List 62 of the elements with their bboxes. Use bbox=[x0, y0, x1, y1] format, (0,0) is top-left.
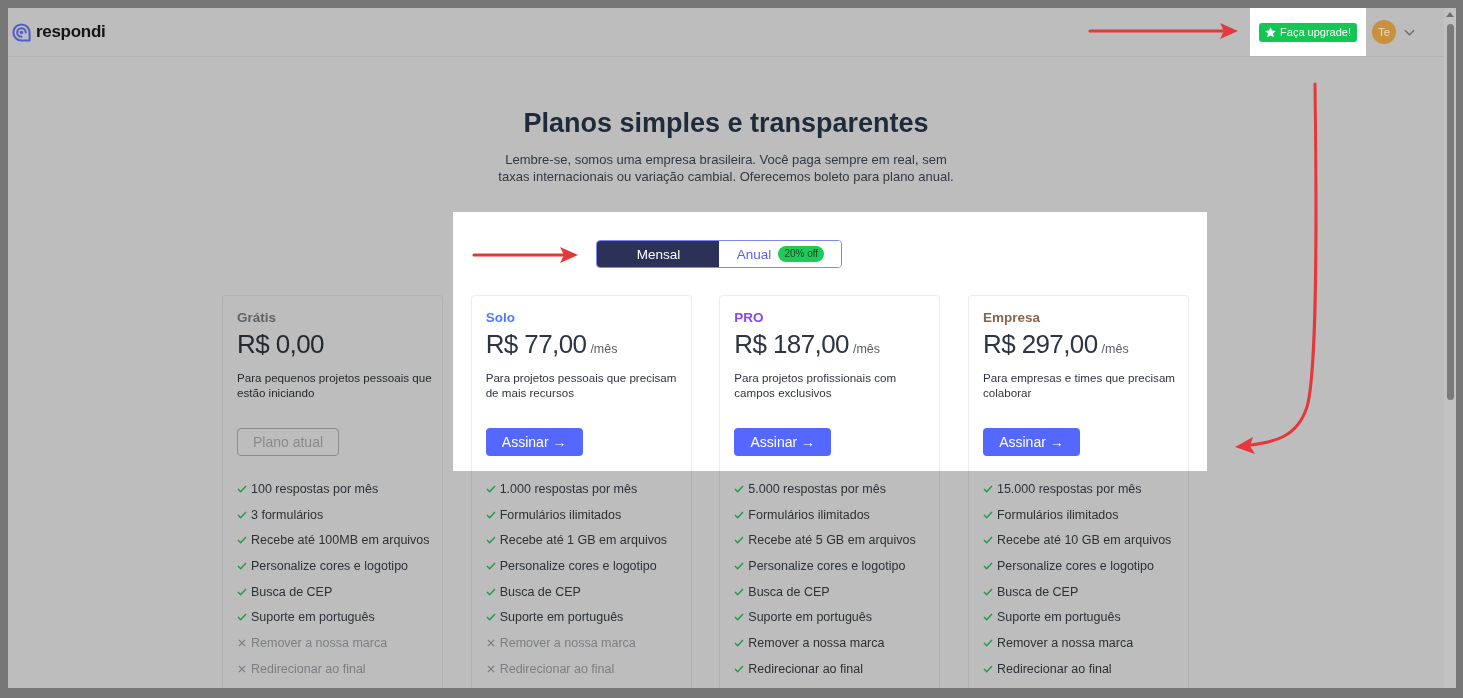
feature-text: Redirecionar ao final bbox=[996, 661, 1112, 676]
discount-badge: 20% off bbox=[778, 246, 825, 262]
feature-text: Suporte em português bbox=[499, 610, 624, 625]
feature-text: Busca de CEP bbox=[251, 584, 333, 599]
feature-text: Personalize cores e logotipo bbox=[251, 558, 409, 573]
star-icon bbox=[1265, 26, 1277, 38]
feature-text: Suporte em português bbox=[996, 610, 1121, 625]
scrollbar-thumb[interactable] bbox=[1446, 24, 1454, 400]
feature-text: Remover a nossa marca bbox=[748, 635, 885, 650]
feature-text: Personalize cores e logotipo bbox=[499, 558, 657, 573]
brand-name: respondi bbox=[36, 22, 106, 42]
feature-text: Redirecionar ao final bbox=[748, 661, 863, 676]
feature-text: Suporte em português bbox=[251, 610, 375, 625]
feature-text: Recebe até 5 GB em arquivos bbox=[748, 533, 916, 548]
spiral-logo-icon bbox=[12, 22, 31, 42]
plan-name: Empresa bbox=[982, 309, 1041, 327]
feature-text: Personalize cores e logotipo bbox=[748, 558, 906, 573]
plan-description: Para pequenos projetos pessoais que estão iniciando bbox=[237, 370, 433, 400]
price-period: /mês bbox=[590, 342, 618, 356]
plan-name: PRO bbox=[734, 309, 765, 327]
feature-text: 15.000 respostas por mês bbox=[996, 481, 1142, 496]
plan-price: R$ 187,00 bbox=[734, 328, 849, 361]
feature-text: 1.000 respostas por mês bbox=[499, 481, 638, 496]
price-period: /mês bbox=[852, 342, 880, 356]
feature-text: Busca de CEP bbox=[499, 584, 581, 599]
feature-text: Recebe até 100MB em arquivos bbox=[251, 533, 430, 548]
price-period: /mês bbox=[1101, 342, 1129, 356]
plan-name: Grátis bbox=[237, 309, 278, 327]
feature-text: Formulários ilimitados bbox=[996, 507, 1119, 522]
subscribe-button[interactable]: Assinar → bbox=[485, 428, 583, 456]
feature-text: Suporte em português bbox=[748, 610, 872, 625]
plan-price: R$ 77,00 bbox=[485, 328, 587, 361]
feature-text: Formulários ilimitados bbox=[499, 507, 622, 522]
scrollbar-track[interactable] bbox=[1444, 8, 1456, 688]
feature-text: Busca de CEP bbox=[996, 584, 1079, 599]
feature-text: Formulários ilimitados bbox=[748, 507, 870, 522]
chevron-down-icon[interactable] bbox=[1404, 28, 1415, 36]
plan-price: R$ 297,00 bbox=[982, 328, 1098, 361]
page-title: Planos simples e transparentes bbox=[522, 107, 930, 139]
plan-price: R$ 0,00 bbox=[237, 328, 324, 361]
feature-text: 3 formulários bbox=[251, 507, 324, 522]
subscribe-button[interactable]: Assinar → bbox=[982, 428, 1080, 456]
feature-text: Personalize cores e logotipo bbox=[996, 558, 1154, 573]
subscribe-button[interactable]: Assinar → bbox=[734, 428, 832, 456]
feature-text: Recebe até 1 GB em arquivos bbox=[499, 533, 668, 548]
scroll-up-icon[interactable] bbox=[1446, 12, 1454, 17]
plan-name: Solo bbox=[485, 309, 516, 327]
feature-text: Redirecionar ao final bbox=[499, 661, 615, 676]
feature-text: Busca de CEP bbox=[748, 584, 830, 599]
plan-description: Para projetos pessoais que precisam de mais recursos bbox=[485, 370, 678, 400]
feature-text: Recebe até 10 GB em arquivos bbox=[996, 533, 1172, 548]
feature-text: Redirecionar ao final bbox=[251, 661, 366, 676]
upgrade-button[interactable]: Faça upgrade! bbox=[1259, 22, 1357, 42]
feature-text: Remover a nossa marca bbox=[499, 635, 636, 650]
feature-text: Remover a nossa marca bbox=[996, 635, 1134, 650]
feature-text: 5.000 respostas por mês bbox=[748, 481, 886, 496]
page-subtitle: Lembre-se, somos uma empresa brasileira. Você paga sempre em real, sem taxas internacionais ou variação cambial. Oferecemos boleto para plano anual. bbox=[497, 151, 955, 185]
feature-text: Remover a nossa marca bbox=[251, 635, 388, 650]
plan-description: Para empresas e times que precisam colaborar bbox=[982, 370, 1176, 400]
billing-period-tab[interactable]: Mensal bbox=[597, 241, 720, 267]
plan-description: Para projetos profissionais com campos exclusivos bbox=[734, 370, 898, 400]
feature-text: 100 respostas por mês bbox=[251, 481, 379, 496]
